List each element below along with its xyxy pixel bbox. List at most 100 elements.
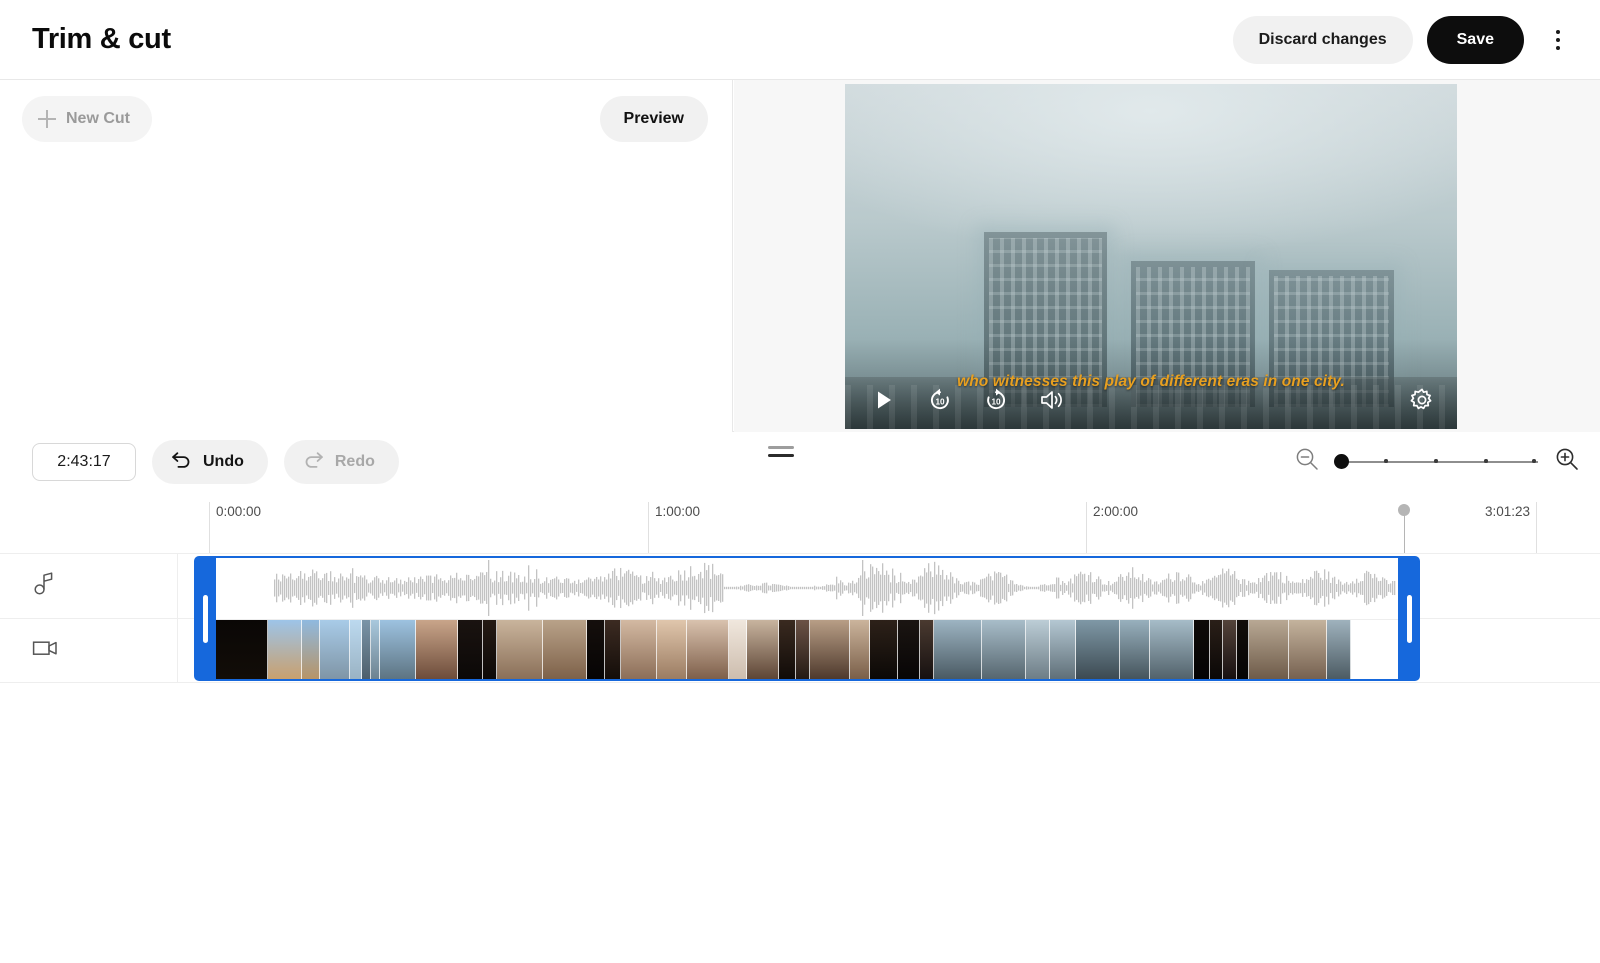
ruler-label: 0:00:00: [216, 504, 262, 519]
thumbnail: [920, 620, 934, 679]
header-actions: Discard changes Save: [1232, 15, 1578, 64]
ruler-label-end: 3:01:23: [1484, 504, 1530, 519]
ruler-tick: [1086, 502, 1087, 553]
kebab-dot: [1556, 45, 1560, 50]
undo-button[interactable]: Undo: [152, 439, 268, 484]
thumbnail: [302, 620, 320, 679]
thumbnail: [1194, 620, 1210, 679]
thumbnail: [497, 620, 543, 679]
ruler-label: 1:00:00: [655, 504, 701, 519]
new-cut-button[interactable]: New Cut: [22, 96, 152, 142]
preview-button[interactable]: Preview: [599, 96, 708, 142]
redo-icon: [303, 451, 324, 473]
trim-grip: [1406, 594, 1412, 643]
kebab-dot: [1556, 37, 1560, 42]
video-player[interactable]: who witnesses this play of different era…: [845, 84, 1457, 429]
new-cut-label: New Cut: [66, 110, 130, 127]
preview-pane: who witnesses this play of different era…: [734, 80, 1600, 432]
thumbnail: [1289, 620, 1327, 679]
panel-resize-grip[interactable]: [768, 446, 794, 457]
page-title: Trim & cut: [32, 23, 171, 55]
thumbnail: [1237, 620, 1249, 679]
playhead-line: [1403, 513, 1405, 553]
zoom-controls: [1294, 446, 1580, 477]
thumbnail: [747, 620, 779, 679]
video-camera-icon: [32, 637, 60, 664]
thumbnail: [1150, 620, 1194, 679]
ruler-tick: [648, 502, 649, 553]
thumbnail: [729, 620, 747, 679]
timeline-tracks: [0, 553, 1600, 684]
forward-10-icon[interactable]: 10: [981, 385, 1011, 415]
volume-icon[interactable]: [1037, 385, 1067, 415]
zoom-slider[interactable]: [1334, 451, 1538, 473]
trim-handle-start[interactable]: [194, 556, 216, 681]
audio-waveform: [196, 558, 1418, 620]
timeline-ruler[interactable]: 0:00:00 1:00:00 2:00:00 3:01:23: [0, 490, 1600, 553]
save-button[interactable]: Save: [1426, 15, 1524, 64]
thumbnail: [458, 620, 483, 679]
thumbnail: [1249, 620, 1289, 679]
audio-track-header[interactable]: [0, 554, 178, 618]
thumbnail: [1327, 620, 1351, 679]
grip-line: [768, 446, 794, 449]
svg-text:10: 10: [935, 397, 945, 406]
video-controls: 10 10: [845, 377, 1457, 429]
zoom-slider-tick: [1484, 459, 1488, 463]
cuts-panel: New Cut Preview: [0, 80, 733, 432]
ruler-label: 2:00:00: [1093, 504, 1139, 519]
thumbnail: [320, 620, 350, 679]
svg-text:10: 10: [991, 397, 1001, 406]
ruler-tick: [1536, 502, 1537, 553]
thumbnail: [982, 620, 1026, 679]
thumbnail: [543, 620, 587, 679]
thumbnail: [1026, 620, 1050, 679]
zoom-slider-tick: [1532, 459, 1536, 463]
thumbnail: [268, 620, 302, 679]
gear-icon[interactable]: [1407, 385, 1437, 415]
thumbnail: [371, 620, 380, 679]
thumbnail: [779, 620, 796, 679]
thumbnail: [898, 620, 920, 679]
cuts-toolbar: New Cut Preview: [0, 80, 732, 142]
thumbnail: [587, 620, 605, 679]
undo-label: Undo: [203, 452, 244, 470]
redo-button[interactable]: Redo: [283, 439, 399, 484]
discard-changes-button[interactable]: Discard changes: [1232, 15, 1413, 64]
trim-grip: [202, 594, 208, 643]
work-area: New Cut Preview who witnesses this play …: [0, 80, 1600, 432]
selected-clip[interactable]: [194, 556, 1420, 681]
thumbnail: [810, 620, 850, 679]
thumbnail: [350, 620, 362, 679]
thumbnail: [796, 620, 810, 679]
replay-10-icon[interactable]: 10: [925, 385, 955, 415]
thumbnail: [1076, 620, 1120, 679]
zoom-out-icon[interactable]: [1294, 446, 1320, 477]
music-note-icon: [32, 571, 56, 602]
current-time-field[interactable]: 2:43:17: [32, 442, 136, 481]
undo-icon: [171, 451, 192, 473]
redo-label: Redo: [334, 452, 375, 470]
thumbnail: [687, 620, 729, 679]
trim-handle-end[interactable]: [1398, 556, 1420, 681]
video-track-header[interactable]: [0, 619, 178, 682]
thumbnail: [1120, 620, 1150, 679]
thumbnail: [657, 620, 687, 679]
video-thumbnail-strip: [196, 620, 1418, 679]
grip-line: [768, 454, 794, 457]
kebab-menu-icon[interactable]: [1538, 18, 1578, 62]
zoom-slider-knob[interactable]: [1334, 454, 1349, 469]
thumbnail: [621, 620, 657, 679]
thumbnail: [934, 620, 982, 679]
play-icon[interactable]: [869, 385, 899, 415]
zoom-slider-tick: [1384, 459, 1388, 463]
thumbnail: [605, 620, 621, 679]
thumbnail: [483, 620, 497, 679]
thumbnail: [380, 620, 416, 679]
zoom-in-icon[interactable]: [1554, 446, 1580, 477]
thumbnail: [1210, 620, 1223, 679]
thumbnail: [1050, 620, 1076, 679]
thumbnail: [1223, 620, 1237, 679]
app-header: Trim & cut Discard changes Save: [0, 0, 1600, 80]
kebab-dot: [1556, 29, 1560, 34]
